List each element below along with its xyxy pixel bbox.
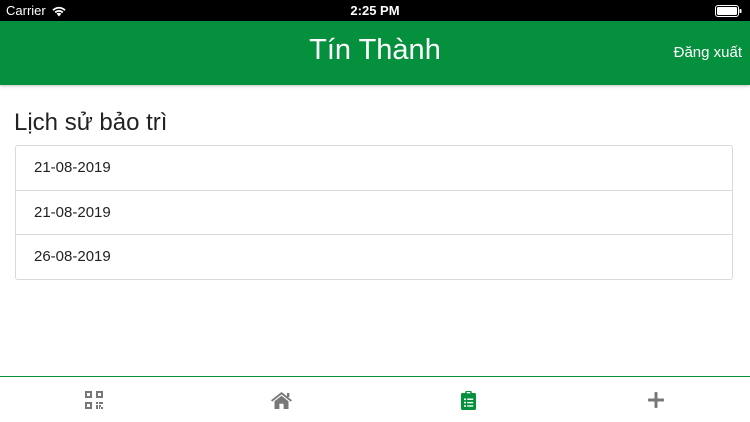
home-icon <box>270 391 292 409</box>
list-item[interactable]: 26-08-2019 <box>16 235 732 279</box>
tab-bar <box>0 376 750 422</box>
page-title: Lịch sử bảo trì <box>14 109 168 136</box>
list-item[interactable]: 21-08-2019 <box>16 191 732 235</box>
app-screen: Carrier 2:25 PM Tín Thành Đăng xuất Lịch… <box>0 0 750 422</box>
tab-qr-scan[interactable] <box>0 377 188 422</box>
app-title: Tín Thành <box>309 34 441 66</box>
tab-home[interactable] <box>188 377 376 422</box>
plus-icon <box>648 392 665 408</box>
status-bar: Carrier 2:25 PM <box>0 0 750 21</box>
qrcode-icon <box>84 391 103 409</box>
maintenance-history-list: 21-08-2019 21-08-2019 26-08-2019 <box>15 145 733 280</box>
clipboard-list-icon <box>461 390 477 410</box>
status-time: 2:25 PM <box>350 3 400 18</box>
battery-icon <box>715 5 742 17</box>
list-item[interactable]: 21-08-2019 <box>16 146 732 191</box>
tab-add[interactable] <box>563 377 750 422</box>
logout-button[interactable]: Đăng xuất <box>674 44 742 61</box>
tab-maintenance-history[interactable] <box>375 377 563 422</box>
header-bar: Tín Thành Đăng xuất <box>0 21 750 85</box>
